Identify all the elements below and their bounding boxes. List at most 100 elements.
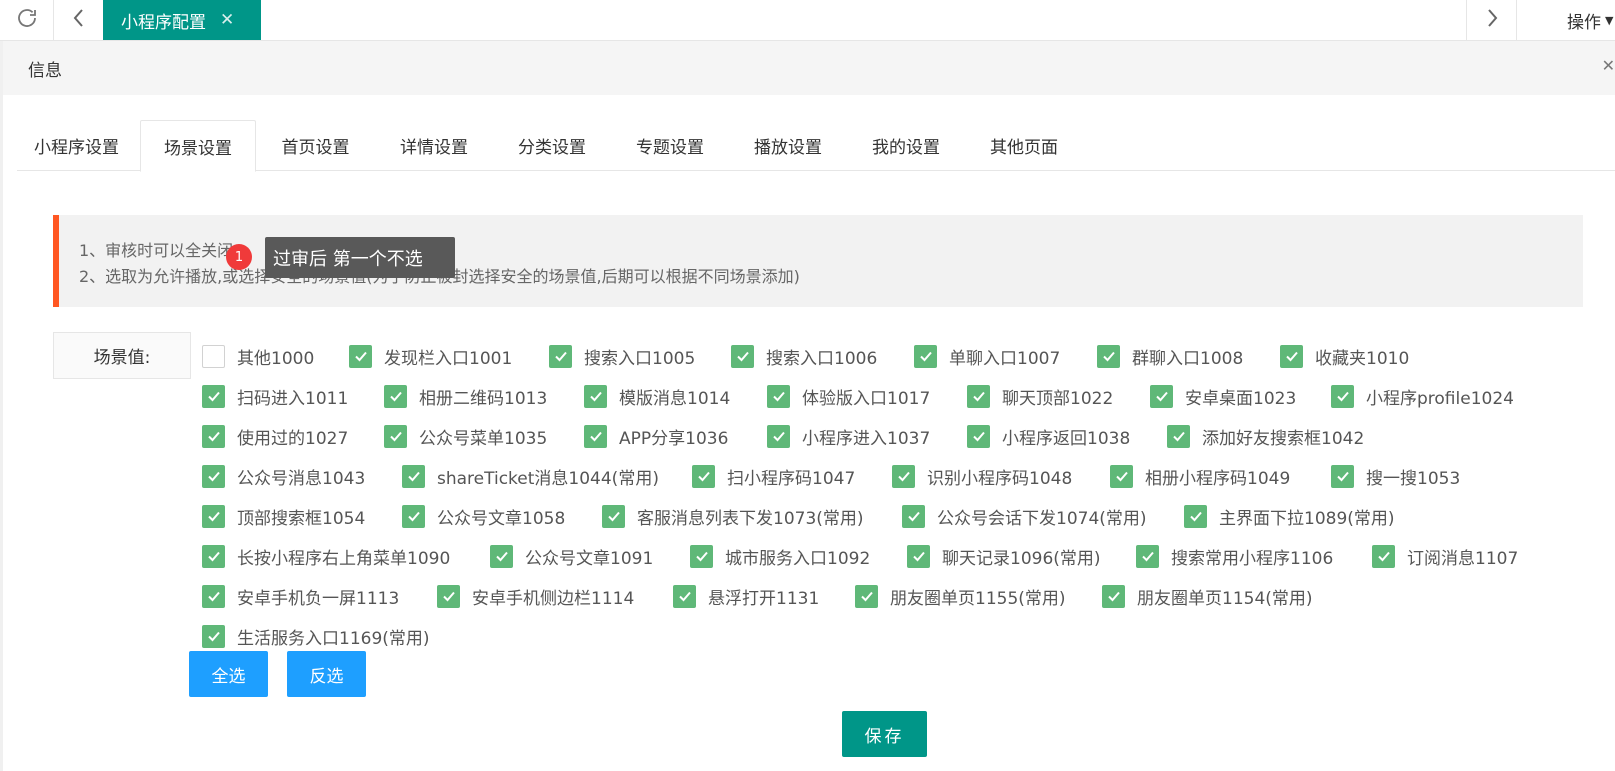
scene-option[interactable]: 长按小程序右上角菜单1090 bbox=[202, 543, 450, 569]
scene-option[interactable]: 模版消息1014 bbox=[584, 383, 730, 409]
checkbox-checked-icon[interactable] bbox=[1102, 584, 1125, 608]
tab-scene-settings[interactable]: 场景设置 bbox=[140, 120, 256, 172]
scene-option[interactable]: 识别小程序码1048 bbox=[892, 463, 1072, 489]
tab-category-settings[interactable]: 分类设置 bbox=[493, 120, 611, 171]
scene-option[interactable]: 安卓手机侧边栏1114 bbox=[437, 583, 634, 609]
checkbox-checked-icon[interactable] bbox=[1150, 384, 1173, 408]
checkbox-checked-icon[interactable] bbox=[584, 424, 607, 448]
tab-other-pages[interactable]: 其他页面 bbox=[965, 120, 1083, 171]
scene-option[interactable]: 顶部搜索框1054 bbox=[202, 503, 365, 529]
checkbox-checked-icon[interactable] bbox=[584, 384, 607, 408]
scene-option[interactable]: 体验版入口1017 bbox=[767, 383, 930, 409]
scene-option[interactable]: 小程序profile1024 bbox=[1331, 383, 1514, 409]
tab-topic-settings[interactable]: 专题设置 bbox=[611, 120, 729, 171]
checkbox-checked-icon[interactable] bbox=[384, 424, 407, 448]
checkbox-checked-icon[interactable] bbox=[1110, 464, 1133, 488]
close-icon[interactable]: ✕ bbox=[220, 10, 234, 30]
scene-option[interactable]: 其他1000 bbox=[202, 343, 314, 369]
scene-option[interactable]: 主界面下拉1089(常用) bbox=[1184, 503, 1395, 529]
checkbox-checked-icon[interactable] bbox=[1280, 344, 1303, 368]
checkbox-checked-icon[interactable] bbox=[767, 384, 790, 408]
checkbox-checked-icon[interactable] bbox=[1184, 504, 1207, 528]
tab-scroll-left-button[interactable] bbox=[54, 0, 103, 40]
scene-option[interactable]: 小程序进入1037 bbox=[767, 423, 930, 449]
checkbox-checked-icon[interactable] bbox=[202, 584, 225, 608]
checkbox-checked-icon[interactable] bbox=[437, 584, 460, 608]
invert-selection-button[interactable]: 反选 bbox=[287, 651, 366, 697]
checkbox-checked-icon[interactable] bbox=[549, 344, 572, 368]
scene-option[interactable]: 朋友圈单页1155(常用) bbox=[855, 583, 1066, 609]
checkbox-checked-icon[interactable] bbox=[1331, 384, 1354, 408]
scene-option[interactable]: 使用过的1027 bbox=[202, 423, 348, 449]
scene-option[interactable]: 搜索入口1006 bbox=[731, 343, 877, 369]
scene-option[interactable]: 扫小程序码1047 bbox=[692, 463, 855, 489]
scene-option[interactable]: 公众号菜单1035 bbox=[384, 423, 547, 449]
scene-option[interactable]: 发现栏入口1001 bbox=[349, 343, 512, 369]
checkbox-checked-icon[interactable] bbox=[1136, 544, 1159, 568]
save-button[interactable]: 保存 bbox=[842, 711, 927, 757]
scene-option[interactable]: shareTicket消息1044(常用) bbox=[402, 463, 659, 489]
scene-option[interactable]: 城市服务入口1092 bbox=[690, 543, 870, 569]
scene-option[interactable]: 相册二维码1013 bbox=[384, 383, 547, 409]
checkbox-checked-icon[interactable] bbox=[1331, 464, 1354, 488]
scene-option[interactable]: 搜索入口1005 bbox=[549, 343, 695, 369]
scene-option[interactable]: 订阅消息1107 bbox=[1372, 543, 1518, 569]
checkbox-checked-icon[interactable] bbox=[202, 544, 225, 568]
scene-option[interactable]: 相册小程序码1049 bbox=[1110, 463, 1290, 489]
scene-option[interactable]: 收藏夹1010 bbox=[1280, 343, 1409, 369]
scene-option[interactable]: 群聊入口1008 bbox=[1097, 343, 1243, 369]
scene-option[interactable]: 生活服务入口1169(常用) bbox=[202, 623, 430, 649]
scene-option[interactable]: 单聊入口1007 bbox=[914, 343, 1060, 369]
checkbox-checked-icon[interactable] bbox=[1167, 424, 1190, 448]
scene-option[interactable]: 公众号文章1091 bbox=[490, 543, 653, 569]
scene-option[interactable]: 聊天顶部1022 bbox=[967, 383, 1113, 409]
scene-option[interactable]: 添加好友搜索框1042 bbox=[1167, 423, 1364, 449]
scene-option[interactable]: 悬浮打开1131 bbox=[673, 583, 819, 609]
close-icon[interactable]: ✕ bbox=[1602, 56, 1615, 75]
scene-option[interactable]: 公众号消息1043 bbox=[202, 463, 365, 489]
tab-detail-settings[interactable]: 详情设置 bbox=[375, 120, 493, 171]
checkbox-checked-icon[interactable] bbox=[967, 424, 990, 448]
scene-option[interactable]: 朋友圈单页1154(常用) bbox=[1102, 583, 1313, 609]
checkbox-checked-icon[interactable] bbox=[202, 504, 225, 528]
checkbox-checked-icon[interactable] bbox=[902, 504, 925, 528]
checkbox-checked-icon[interactable] bbox=[202, 464, 225, 488]
checkbox-checked-icon[interactable] bbox=[855, 584, 878, 608]
checkbox-checked-icon[interactable] bbox=[202, 624, 225, 648]
checkbox-checked-icon[interactable] bbox=[202, 384, 225, 408]
scene-option[interactable]: 公众号会话下发1074(常用) bbox=[902, 503, 1147, 529]
tab-miniapp-settings[interactable]: 小程序设置 bbox=[17, 120, 136, 171]
checkbox-checked-icon[interactable] bbox=[907, 544, 930, 568]
tab-home-settings[interactable]: 首页设置 bbox=[256, 120, 375, 171]
tab-my-settings[interactable]: 我的设置 bbox=[847, 120, 965, 171]
checkbox-checked-icon[interactable] bbox=[692, 464, 715, 488]
checkbox-checked-icon[interactable] bbox=[384, 384, 407, 408]
checkbox-checked-icon[interactable] bbox=[673, 584, 696, 608]
scene-option[interactable]: 扫码进入1011 bbox=[202, 383, 348, 409]
scene-option[interactable]: 搜一搜1053 bbox=[1331, 463, 1460, 489]
checkbox-checked-icon[interactable] bbox=[349, 344, 372, 368]
checkbox-checked-icon[interactable] bbox=[490, 544, 513, 568]
checkbox-checked-icon[interactable] bbox=[402, 504, 425, 528]
scene-option[interactable]: 安卓桌面1023 bbox=[1150, 383, 1296, 409]
checkbox-checked-icon[interactable] bbox=[914, 344, 937, 368]
scene-option[interactable]: APP分享1036 bbox=[584, 423, 728, 449]
checkbox-checked-icon[interactable] bbox=[1097, 344, 1120, 368]
checkbox-checked-icon[interactable] bbox=[731, 344, 754, 368]
scene-option[interactable]: 搜索常用小程序1106 bbox=[1136, 543, 1333, 569]
scene-option[interactable]: 小程序返回1038 bbox=[967, 423, 1130, 449]
scene-option[interactable]: 公众号文章1058 bbox=[402, 503, 565, 529]
checkbox-checked-icon[interactable] bbox=[202, 424, 225, 448]
open-tab-miniapp-config[interactable]: 小程序配置 ✕ bbox=[103, 0, 261, 40]
checkbox-checked-icon[interactable] bbox=[602, 504, 625, 528]
scene-option[interactable]: 安卓手机负一屏1113 bbox=[202, 583, 399, 609]
tab-play-settings[interactable]: 播放设置 bbox=[729, 120, 847, 171]
checkbox-checked-icon[interactable] bbox=[402, 464, 425, 488]
checkbox-checked-icon[interactable] bbox=[767, 424, 790, 448]
refresh-button[interactable] bbox=[0, 0, 54, 40]
scene-option[interactable]: 聊天记录1096(常用) bbox=[907, 543, 1101, 569]
checkbox-checked-icon[interactable] bbox=[892, 464, 915, 488]
tab-scroll-right-button[interactable] bbox=[1466, 0, 1516, 40]
select-all-button[interactable]: 全选 bbox=[189, 651, 268, 697]
checkbox-checked-icon[interactable] bbox=[690, 544, 713, 568]
